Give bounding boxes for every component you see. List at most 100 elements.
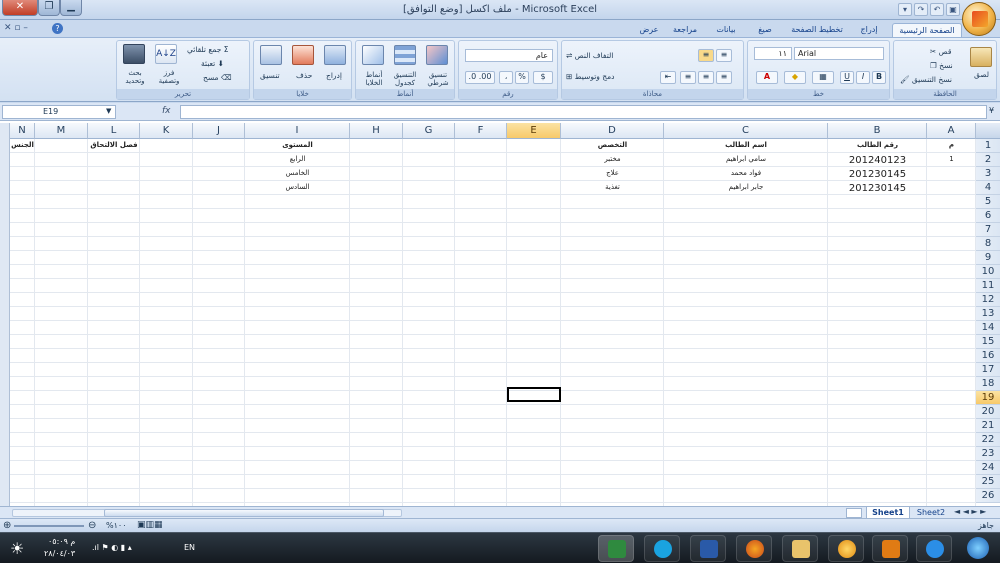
- column-header-E[interactable]: E: [507, 123, 561, 139]
- tab-page-layout[interactable]: تخطيط الصفحة: [786, 23, 848, 38]
- column-header-I[interactable]: I: [245, 123, 350, 139]
- format-cells-icon[interactable]: [260, 45, 282, 65]
- bold-button[interactable]: B: [872, 71, 886, 84]
- tab-insert[interactable]: إدراج: [852, 23, 886, 38]
- fill-button[interactable]: تعبئة ⬇: [201, 59, 224, 68]
- column-header-L[interactable]: L: [88, 123, 140, 139]
- cell-D3[interactable]: علاج: [561, 169, 664, 177]
- zoom-in-icon[interactable]: ⊕: [3, 520, 11, 531]
- row-header-9[interactable]: 9: [976, 251, 1000, 265]
- insert-cells-button[interactable]: إدراج: [326, 71, 342, 80]
- fill-color-button[interactable]: ◆: [784, 71, 806, 84]
- currency-button[interactable]: $: [533, 71, 553, 84]
- conditional-format-icon[interactable]: [426, 45, 448, 65]
- row-header-2[interactable]: 2: [976, 153, 1000, 167]
- name-box[interactable]: E19: [2, 105, 116, 119]
- workbook-close-icon[interactable]: ✕ ▫ –: [4, 23, 28, 33]
- undo-icon[interactable]: ↶: [930, 3, 944, 16]
- row-header-7[interactable]: 7: [976, 223, 1000, 237]
- sort-filter-button[interactable]: فرز وتصفية: [153, 69, 185, 85]
- find-select-button[interactable]: بحث وتحديد: [119, 69, 151, 85]
- new-sheet-icon[interactable]: [846, 508, 862, 518]
- paste-icon[interactable]: [970, 47, 992, 67]
- row-header-15[interactable]: 15: [976, 335, 1000, 349]
- font-name-select[interactable]: Arial: [794, 47, 884, 60]
- comma-button[interactable]: ،: [499, 71, 513, 84]
- row-header-17[interactable]: 17: [976, 363, 1000, 377]
- align-top-button[interactable]: ≡: [716, 49, 732, 62]
- save-icon[interactable]: ▣: [946, 3, 960, 16]
- cell-C3[interactable]: فواد محمد: [664, 169, 828, 177]
- cell-I4[interactable]: السادس: [245, 183, 350, 191]
- delete-cells-button[interactable]: حذف: [296, 71, 312, 80]
- select-all-corner[interactable]: [976, 123, 1000, 139]
- cell-A1[interactable]: م: [927, 141, 976, 149]
- font-size-select[interactable]: ١١: [754, 47, 792, 60]
- name-box-dropdown-icon[interactable]: ▼: [106, 107, 111, 115]
- qat-customize-icon[interactable]: ▾: [898, 3, 912, 16]
- format-table-button[interactable]: التنسيق كجدول: [388, 71, 422, 87]
- number-format-select[interactable]: عام: [465, 49, 553, 62]
- view-buttons[interactable]: ▣▥▦: [137, 520, 163, 530]
- row-header-11[interactable]: 11: [976, 279, 1000, 293]
- column-header-D[interactable]: D: [561, 123, 664, 139]
- cell-C4[interactable]: جابر ابراهيم: [664, 183, 828, 191]
- cell-N1[interactable]: الجنس: [10, 141, 35, 149]
- word-taskbar-icon[interactable]: [690, 535, 726, 562]
- worksheet-grid[interactable]: ABCDEFGHIJKLMN 1 2 3 4 5 6 7 8 9 10 11 12 13 14 15 16 17…: [0, 121, 1000, 506]
- row-header-24[interactable]: 24: [976, 461, 1000, 475]
- firefox-taskbar-icon[interactable]: [736, 535, 772, 562]
- formula-input[interactable]: [180, 105, 987, 119]
- cell-C1[interactable]: اسم الطالب: [664, 141, 828, 149]
- row-header-19[interactable]: 19: [976, 391, 1000, 405]
- start-button[interactable]: [960, 535, 996, 562]
- redo-icon[interactable]: ↷: [914, 3, 928, 16]
- delete-cells-icon[interactable]: [292, 45, 314, 65]
- cell-B3[interactable]: 201230145: [828, 169, 927, 180]
- row-header-14[interactable]: 14: [976, 321, 1000, 335]
- percent-button[interactable]: %: [515, 71, 529, 84]
- row-header-23[interactable]: 23: [976, 447, 1000, 461]
- row-header-5[interactable]: 5: [976, 195, 1000, 209]
- column-header-A[interactable]: A: [927, 123, 976, 139]
- format-table-icon[interactable]: [394, 45, 416, 65]
- row-header-26[interactable]: 26: [976, 489, 1000, 503]
- tab-view[interactable]: عرض: [634, 23, 664, 38]
- explorer-taskbar-icon[interactable]: [782, 535, 818, 562]
- cell-D1[interactable]: التخصص: [561, 141, 664, 149]
- ie-taskbar-icon[interactable]: [916, 535, 952, 562]
- row-header-6[interactable]: 6: [976, 209, 1000, 223]
- format-painter-button[interactable]: 🖌 نسخ التنسيق: [900, 75, 952, 84]
- cell-C2[interactable]: سامي ابراهيم: [664, 155, 828, 163]
- paste-button[interactable]: لصق: [974, 70, 989, 79]
- row-header-10[interactable]: 10: [976, 265, 1000, 279]
- column-header-B[interactable]: B: [828, 123, 927, 139]
- column-header-J[interactable]: J: [193, 123, 245, 139]
- cut-button[interactable]: ✂ قص: [930, 47, 951, 56]
- column-header-K[interactable]: K: [140, 123, 193, 139]
- cell-styles-button[interactable]: أنماط الخلايا: [358, 71, 390, 87]
- borders-button[interactable]: ▦: [812, 71, 834, 84]
- column-header-F[interactable]: F: [455, 123, 507, 139]
- tab-home[interactable]: الصفحة الرئيسية: [892, 23, 962, 38]
- row-header-16[interactable]: 16: [976, 349, 1000, 363]
- indent-button[interactable]: ⇤: [660, 71, 676, 84]
- column-header-C[interactable]: C: [664, 123, 828, 139]
- row-header-3[interactable]: 3: [976, 167, 1000, 181]
- media-taskbar-icon[interactable]: [828, 535, 864, 562]
- zoom-out-icon[interactable]: ⊖: [88, 520, 96, 531]
- align-left-button[interactable]: ≡: [680, 71, 696, 84]
- autosum-button[interactable]: جمع تلقائي Σ: [187, 45, 228, 54]
- tab-data[interactable]: بيانات: [708, 23, 744, 38]
- tab-review[interactable]: مراجعة: [666, 23, 704, 38]
- row-header-13[interactable]: 13: [976, 307, 1000, 321]
- zoom-level[interactable]: %١٠٠: [106, 521, 127, 530]
- align-middle-button[interactable]: ≡: [698, 49, 714, 62]
- row-header-21[interactable]: 21: [976, 419, 1000, 433]
- copy-button[interactable]: ❐ نسخ: [930, 61, 953, 70]
- cell-B1[interactable]: رقم الطالب: [828, 141, 927, 149]
- sort-filter-icon[interactable]: A↓Z: [155, 44, 177, 64]
- italic-button[interactable]: I: [856, 71, 870, 84]
- row-header-20[interactable]: 20: [976, 405, 1000, 419]
- format-cells-button[interactable]: تنسيق: [260, 71, 280, 80]
